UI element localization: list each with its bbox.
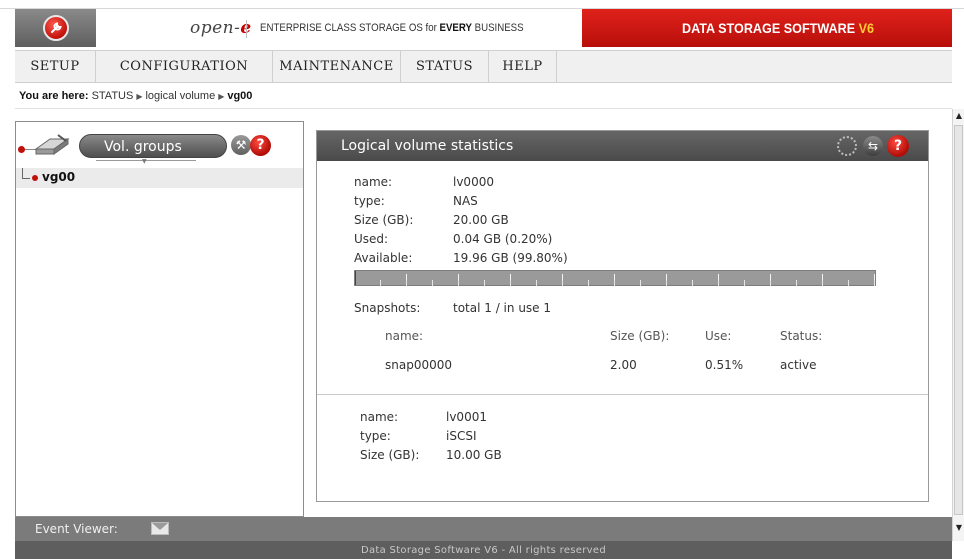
refresh-icon[interactable]: ⇆	[863, 136, 883, 156]
breadcrumb: You are here: STATUS ▶ logical volume ▶ vg00	[15, 84, 952, 108]
help-icon[interactable]: ?	[887, 135, 909, 157]
brand-divider	[246, 20, 247, 38]
lv-available-label: Available:	[354, 251, 413, 265]
tagline-prefix: ENTERPRISE CLASS STORAGE OS for	[260, 22, 440, 34]
lv-name-value: lv0000	[453, 175, 494, 189]
product-version: V6	[858, 20, 875, 36]
disk-icon	[32, 131, 72, 159]
left-pane: Vol. groups ▼ ⚒ ? vg00	[15, 121, 304, 517]
lv2-name-value: lv0001	[446, 410, 487, 424]
lv2-type-value: iSCSI	[446, 429, 477, 443]
mail-icon[interactable]	[151, 522, 169, 535]
menu-help[interactable]: HELP	[489, 51, 557, 82]
main-menu: SETUP CONFIGURATION MAINTENANCE STATUS H…	[15, 50, 952, 83]
vertical-scrollbar[interactable]: ▲ ▼	[952, 109, 964, 541]
tree-connector	[22, 168, 30, 179]
lv2-size-value: 10.00 GB	[446, 448, 502, 462]
lv2-size-label: Size (GB):	[360, 448, 420, 462]
snapshots-label: Snapshots:	[354, 301, 421, 315]
panel-header: Logical volume statistics ⇆ ?	[317, 131, 928, 161]
tools-icon[interactable]: ⚒	[231, 135, 251, 155]
app-window: open-e ENTERPRISE CLASS STORAGE OS for E…	[0, 0, 964, 559]
menu-maintenance[interactable]: MAINTENANCE	[273, 51, 401, 82]
breadcrumb-arrow-icon: ▶	[218, 92, 225, 101]
logo[interactable]	[15, 9, 96, 47]
snapshot-col-status: Status:	[780, 329, 823, 343]
event-viewer-label: Event Viewer:	[35, 522, 118, 536]
snapshot-col-name: name:	[385, 329, 424, 343]
event-viewer-bar: Event Viewer:	[15, 517, 952, 541]
volume-divider	[317, 394, 928, 395]
brand-logo: open-e	[190, 18, 252, 38]
vol-groups-button[interactable]: Vol. groups	[79, 134, 227, 158]
footer: Data Storage Software V6 - All rights re…	[15, 541, 952, 559]
lv2-name-label: name:	[360, 410, 399, 424]
lv-used-value: 0.04 GB (0.20%)	[453, 232, 553, 246]
menu-configuration[interactable]: CONFIGURATION	[96, 51, 273, 82]
product-title: DATA STORAGE SOFTWARE V6	[682, 20, 874, 36]
snapshot-use: 0.51%	[705, 358, 744, 372]
snapshot-name: snap00000	[385, 358, 453, 372]
lv2-type-label: type:	[360, 429, 391, 443]
header: open-e ENTERPRISE CLASS STORAGE OS for E…	[0, 0, 964, 48]
breadcrumb-item-logical-volume[interactable]: logical volume	[145, 90, 215, 102]
tree-root-dot-icon	[18, 146, 25, 153]
snapshot-size: 2.00	[610, 358, 637, 372]
caret-down-icon: ▼	[142, 158, 147, 165]
settings-icon[interactable]	[837, 136, 857, 156]
panel-title: Logical volume statistics	[341, 138, 514, 154]
tree-item-label: vg00	[42, 170, 76, 184]
product-banner: DATA STORAGE SOFTWARE V6	[582, 9, 952, 47]
breadcrumb-arrow-icon: ▶	[136, 92, 143, 101]
tree-item-vg00[interactable]: vg00	[16, 168, 303, 188]
lv-type-value: NAS	[453, 194, 478, 208]
breadcrumb-item-current: vg00	[227, 90, 253, 102]
lv-available-value: 19.96 GB (99.80%)	[453, 251, 568, 265]
lv-size-label: Size (GB):	[354, 213, 414, 227]
lv-size-value: 20.00 GB	[453, 213, 509, 227]
logical-volume-stats-panel: Logical volume statistics ⇆ ? name: lv00…	[316, 130, 929, 502]
breadcrumb-divider	[15, 108, 952, 109]
tagline-suffix: BUSINESS	[471, 22, 524, 34]
tree-node-dot-icon	[32, 175, 38, 181]
tagline: ENTERPRISE CLASS STORAGE OS for EVERY BU…	[260, 22, 524, 34]
snapshots-summary: total 1 / in use 1	[453, 301, 552, 315]
snapshot-col-size: Size (GB):	[610, 329, 670, 343]
brand-prefix: open-	[190, 18, 241, 38]
snapshot-col-use: Use:	[705, 329, 732, 343]
help-icon[interactable]: ?	[250, 135, 271, 156]
menu-status[interactable]: STATUS	[401, 51, 489, 82]
usage-progress-bar	[354, 270, 876, 286]
scrollbar-thumb[interactable]	[954, 125, 963, 515]
lv-type-label: type:	[354, 194, 385, 208]
tools-logo-icon	[42, 15, 69, 41]
usage-minor-ticks	[355, 280, 875, 286]
tagline-bold: EVERY	[439, 22, 472, 34]
menu-setup[interactable]: SETUP	[15, 51, 96, 82]
scroll-up-arrow-icon[interactable]: ▲	[953, 109, 964, 123]
lv-name-label: name:	[354, 175, 393, 189]
snapshot-status: active	[780, 358, 817, 372]
breadcrumb-item-status[interactable]: STATUS	[92, 90, 134, 102]
lv-used-label: Used:	[354, 232, 389, 246]
breadcrumb-label: You are here:	[19, 90, 89, 102]
left-pane-header: Vol. groups ▼ ⚒ ?	[16, 122, 303, 168]
product-title-text: DATA STORAGE SOFTWARE	[682, 20, 859, 36]
scroll-down-arrow-icon[interactable]: ▼	[953, 521, 964, 535]
